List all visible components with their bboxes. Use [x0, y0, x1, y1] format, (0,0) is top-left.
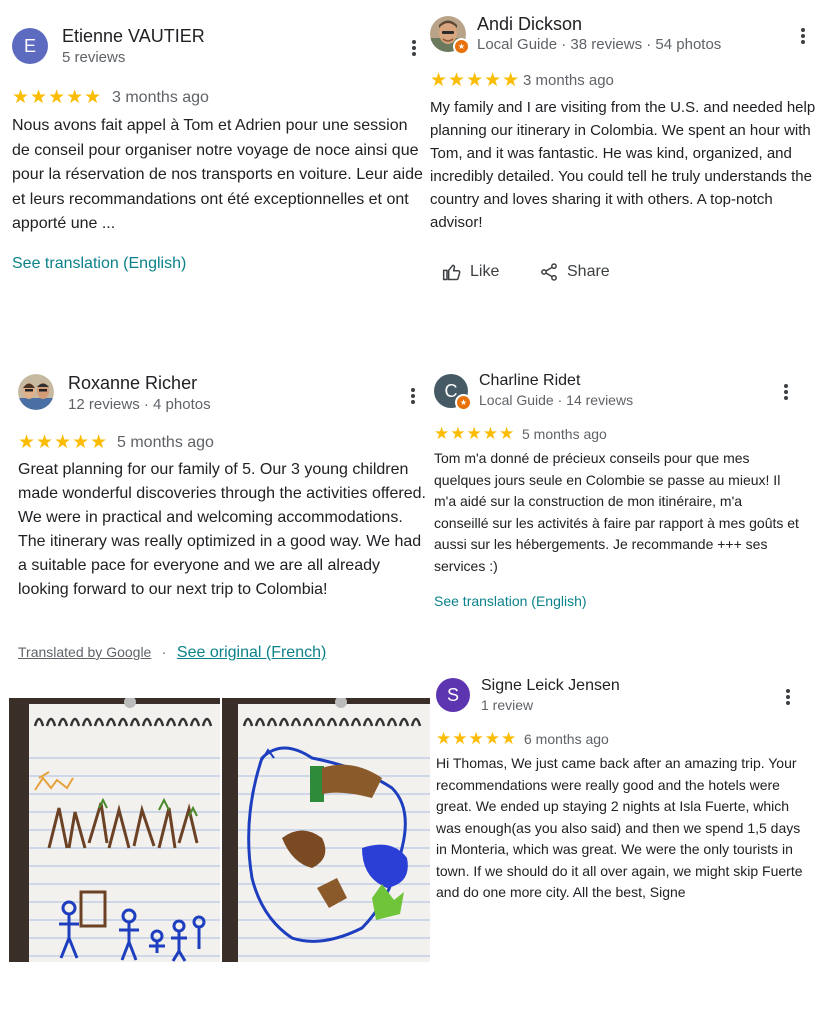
- review-card-roxanne: Roxanne Richer 12 reviews · 4 photos ★★★…: [0, 360, 430, 670]
- separator: ·: [161, 644, 167, 660]
- review-date: 3 months ago: [112, 89, 209, 106]
- more-options-icon[interactable]: [780, 382, 792, 402]
- star-rating: ★★★★★: [18, 432, 109, 453]
- share-icon: [541, 263, 557, 281]
- avatar[interactable]: C ★: [434, 374, 472, 411]
- review-date: 3 months ago: [523, 72, 614, 89]
- reviewer-meta: Local Guide · 38 reviews · 54 photos: [477, 36, 722, 53]
- star-rating: ★★★★★: [12, 87, 103, 108]
- avatar-letter: E: [23, 35, 36, 56]
- reviewer-name[interactable]: Signe Leick Jensen: [481, 677, 620, 695]
- star-rating: ★★★★★: [430, 70, 521, 91]
- reviewer-meta: 12 reviews · 4 photos: [68, 396, 211, 413]
- star-rating: ★★★★★: [436, 729, 518, 748]
- reviewer-meta: 5 reviews: [62, 49, 126, 66]
- review-date: 6 months ago: [524, 731, 609, 747]
- review-text: My family and I are visiting from the U.…: [430, 99, 816, 231]
- see-translation-link[interactable]: See translation (English): [434, 593, 587, 609]
- see-translation-link[interactable]: See translation (English): [12, 255, 186, 273]
- review-text: Great planning for our family of 5. Our …: [18, 461, 426, 598]
- reviewer-meta: 1 review: [481, 697, 534, 713]
- local-guide-badge-icon: ★: [455, 394, 472, 411]
- review-card-charline: C ★ Charline Ridet Local Guide · 14 revi…: [420, 360, 819, 620]
- share-button[interactable]: Share: [539, 262, 610, 282]
- avatar[interactable]: E: [12, 28, 48, 64]
- review-photo-left[interactable]: [9, 698, 220, 962]
- avatar[interactable]: [18, 374, 54, 410]
- reviewer-name[interactable]: Roxanne Richer: [68, 373, 197, 394]
- review-card-signe: S Signe Leick Jensen 1 review ★★★★★ 6 mo…: [420, 660, 819, 930]
- drawing-photo-left: [9, 698, 220, 962]
- review-text: Tom m'a donné de précieux conseils pour …: [434, 450, 799, 574]
- drawing-photo-right: [222, 698, 430, 962]
- review-text: Hi Thomas, We just came back after an am…: [436, 755, 803, 900]
- translated-by-google-label: Translated by Google: [18, 644, 152, 660]
- reviewer-name[interactable]: Charline Ridet: [479, 372, 580, 390]
- avatar-photo: [18, 374, 54, 410]
- translation-footer: Translated by Google · See original (Fre…: [18, 644, 326, 662]
- avatar[interactable]: ★: [430, 16, 470, 55]
- thumbs-up-icon: [442, 264, 461, 281]
- review-text: Nous avons fait appel à Tom et Adrien po…: [12, 117, 423, 232]
- see-original-link[interactable]: See original (French): [177, 644, 326, 661]
- reviewer-name[interactable]: Andi Dickson: [477, 14, 582, 35]
- review-card-andi: ★ Andi Dickson Local Guide · 38 reviews …: [420, 0, 819, 300]
- like-label: Like: [470, 263, 500, 280]
- more-options-icon[interactable]: [782, 687, 794, 707]
- review-card-etienne: E Etienne VAUTIER 5 reviews ★★★★★ 3 mont…: [0, 0, 423, 300]
- avatar-letter: S: [446, 684, 459, 705]
- share-label: Share: [567, 263, 610, 280]
- review-date: 5 months ago: [522, 426, 607, 442]
- local-guide-badge-icon: ★: [453, 38, 470, 55]
- more-options-icon[interactable]: [407, 386, 419, 406]
- like-button[interactable]: Like: [442, 262, 499, 282]
- review-date: 5 months ago: [117, 434, 214, 451]
- review-photo-right[interactable]: [222, 698, 430, 962]
- avatar[interactable]: S: [436, 678, 470, 712]
- more-options-icon[interactable]: [408, 38, 420, 58]
- star-rating: ★★★★★: [434, 424, 516, 443]
- reviewer-name[interactable]: Etienne VAUTIER: [62, 26, 205, 47]
- more-options-icon[interactable]: [797, 26, 809, 46]
- reviewer-meta: Local Guide · 14 reviews: [479, 392, 634, 408]
